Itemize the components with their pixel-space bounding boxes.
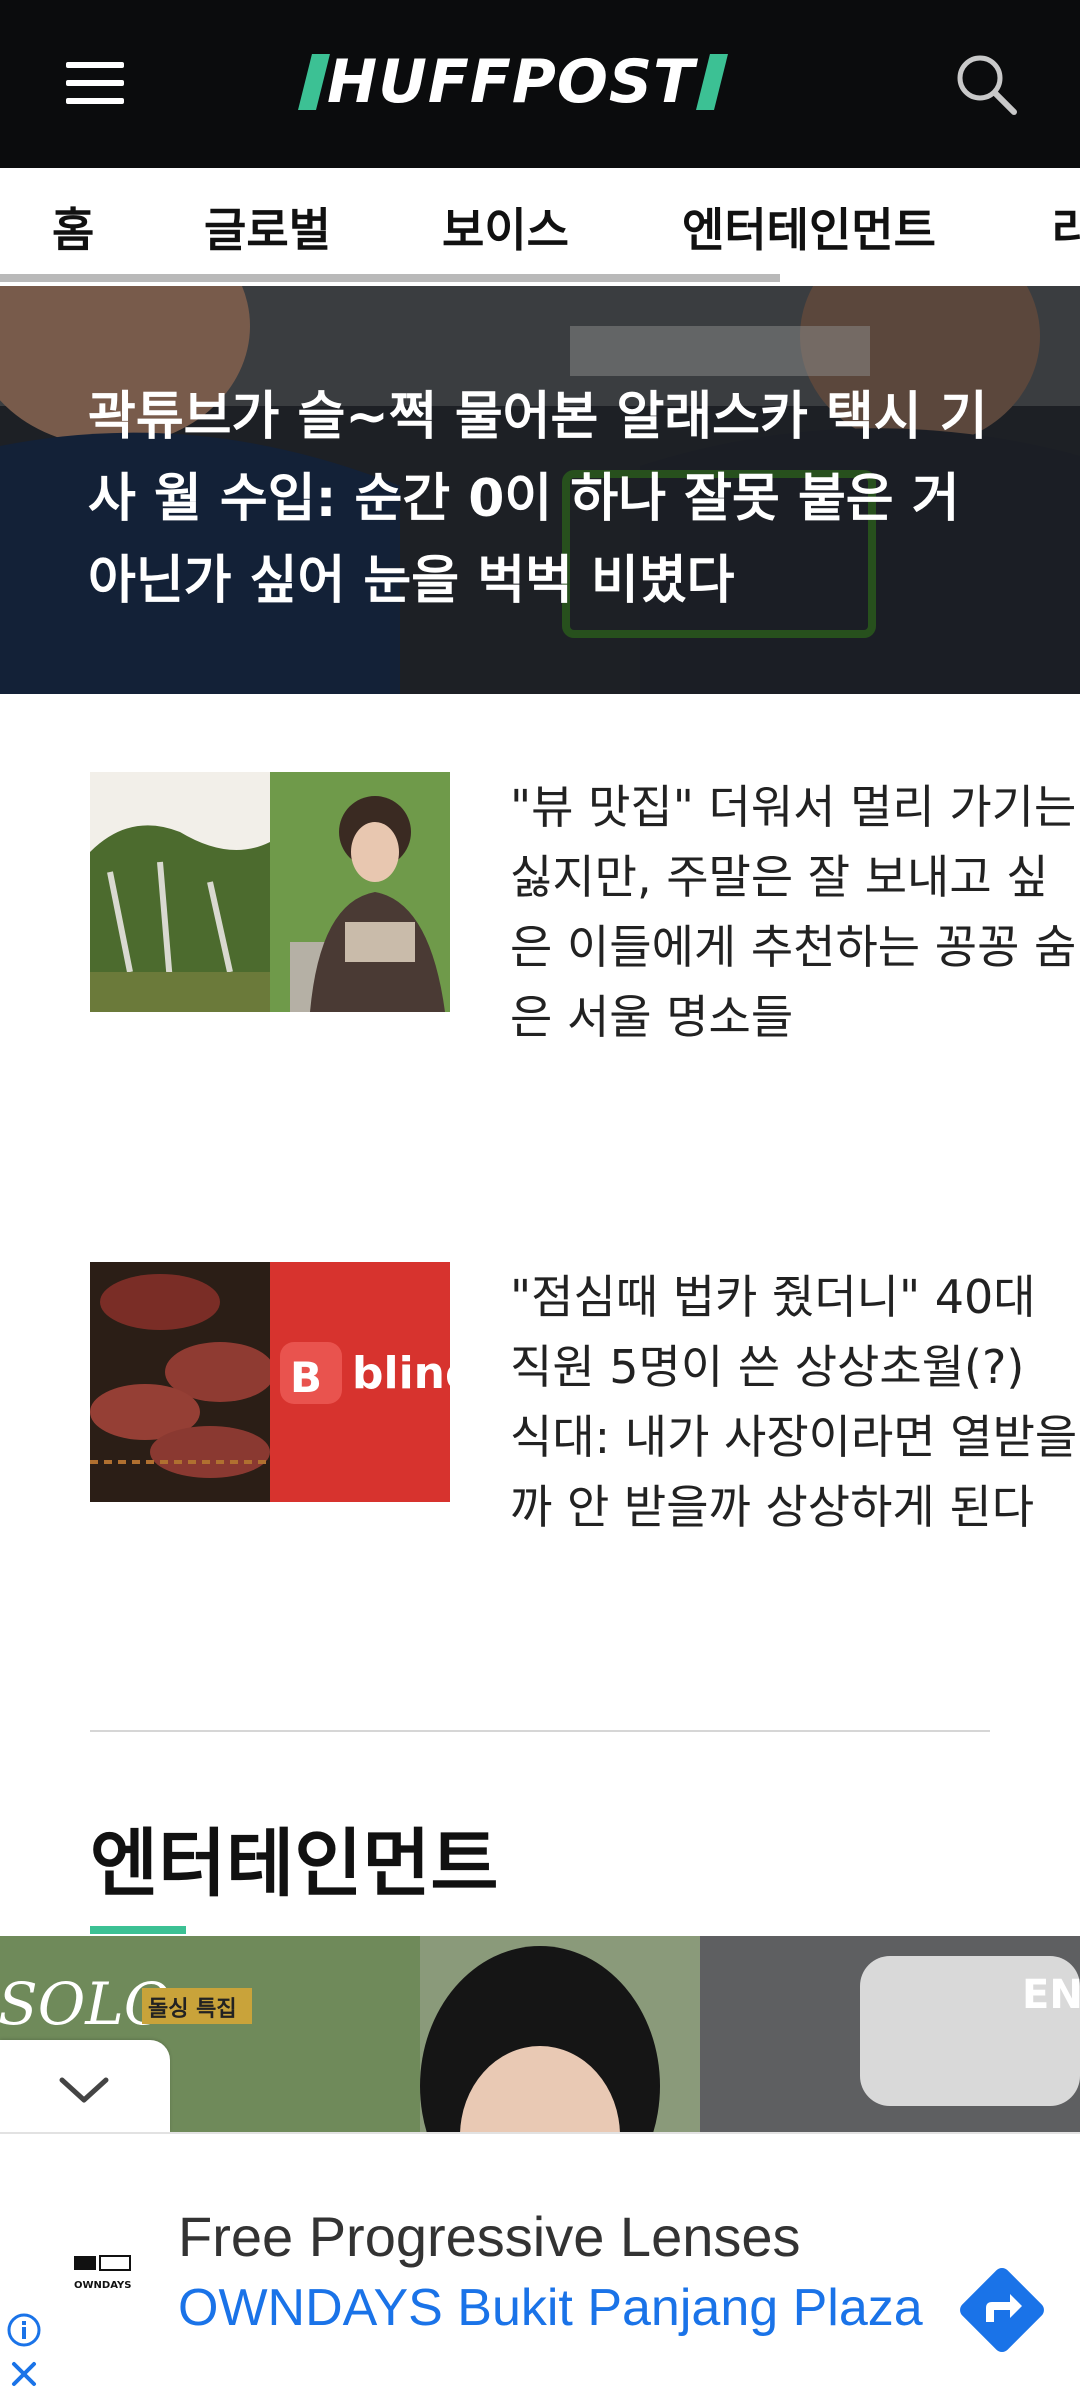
ad-title[interactable]: Free Progressive Lenses [178, 2204, 801, 2269]
huffpost-logo[interactable]: HUFFPOST [298, 47, 729, 117]
logo-left-bar [298, 54, 330, 110]
tab-scroll-indicator [0, 274, 780, 282]
tab-entertainment[interactable]: 엔터테인먼트 [682, 194, 936, 260]
section-divider [90, 1730, 990, 1732]
list-item[interactable]: "뷰 맛집" 더워서 멀리 가기는 싫지만, 주말은 잘 보내고 싶은 이들에게… [90, 772, 1076, 1112]
tab-life[interactable]: 라 [1052, 194, 1080, 260]
article-thumbnail [90, 772, 450, 1012]
logo-right-bar [696, 54, 729, 110]
ad-info-icon[interactable] [6, 2312, 42, 2348]
svg-text:B: B [290, 1353, 322, 1402]
hamburger-menu-icon[interactable] [66, 60, 124, 106]
logo-text: HUFFPOST [327, 47, 696, 117]
collapse-ad-button[interactable] [0, 2040, 170, 2132]
ad-close-icon[interactable] [6, 2356, 42, 2392]
tab-voice[interactable]: 보이스 [442, 194, 569, 260]
article-title: "점심때 법카 줬더니" 40대 직원 5명이 쓴 상상초월(?) 식대: 내가… [510, 1270, 1078, 1534]
chevron-down-icon [59, 2077, 109, 2103]
search-icon[interactable] [954, 52, 1018, 116]
category-tabs: 홈 글로벌 보이스 엔터테인먼트 라 [0, 168, 1080, 286]
hero-article[interactable]: 곽튜브가 슬~쩍 물어본 알래스카 택시 기사 월 수입: 순간 0이 하나 잘… [0, 286, 1080, 694]
list-item[interactable]: B blind "점심때 법카 줬더니" 40대 직원 5명이 쓴 상상초월(?… [90, 1262, 1077, 1602]
ad-subtitle[interactable]: OWNDAYS Bukit Panjang Plaza [178, 2278, 923, 2338]
tab-global[interactable]: 글로벌 [204, 194, 331, 260]
tab-home[interactable]: 홈 [52, 194, 94, 260]
section-title[interactable]: 엔터테인먼트 [90, 1804, 498, 1911]
ad-banner[interactable]: OWNDAYS Free Progressive Lenses OWNDAYS … [0, 2132, 1080, 2400]
section-underline [90, 1926, 186, 1934]
owndays-logo: OWNDAYS [74, 2255, 131, 2291]
feature-corner-text: EN [1022, 1972, 1080, 2018]
article-thumbnail: B blind [90, 1262, 450, 1502]
article-title: "뷰 맛집" 더워서 멀리 가기는 싫지만, 주말은 잘 보내고 싶은 이들에게… [510, 780, 1077, 1044]
feature-badge: 돌싱 특집 [148, 1997, 237, 2022]
directions-arrow-icon[interactable] [954, 2262, 1050, 2358]
top-bar: HUFFPOST [0, 0, 1080, 168]
hero-title: 곽튜브가 슬~쩍 물어본 알래스카 택시 기사 월 수입: 순간 0이 하나 잘… [88, 387, 988, 611]
owndays-logo-text: OWNDAYS [74, 2280, 131, 2291]
blind-logo-text: blind [352, 1348, 450, 1399]
